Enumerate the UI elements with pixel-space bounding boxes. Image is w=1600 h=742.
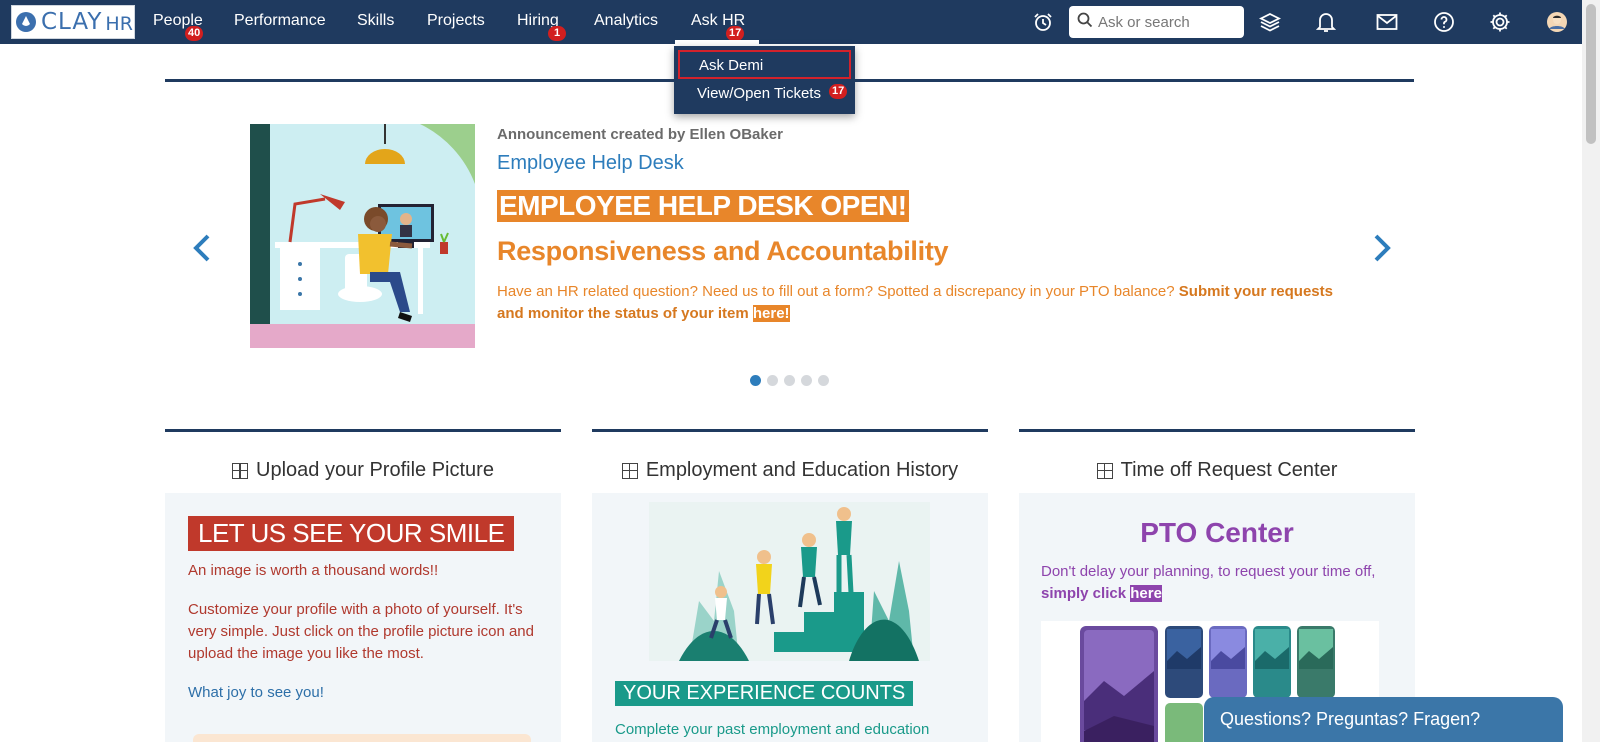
card-top-bar [165,429,561,432]
card-profile-picture: Upload your Profile Picture LET US SEE Y… [165,429,561,742]
card-line-2: Customize your profile with a photo of y… [188,601,534,662]
career-steps-illustration [649,502,930,661]
clayhr-logo[interactable]: CLAY HR [11,5,135,39]
hiring-count-badge: 1 [548,26,566,41]
card-line-3: What joy to see you! [188,684,324,701]
people-count-badge: 40 [185,26,204,41]
carousel-next-arrow-icon[interactable] [1368,233,1394,263]
search-input[interactable] [1098,13,1238,31]
card-line-1: Don't delay your planning, to request yo… [1041,563,1376,580]
announcement-headline: EMPLOYEE HELP DESK OPEN! [497,190,909,222]
widget-grid-icon [232,462,249,479]
tickets-count-badge: 17 [829,84,848,99]
carousel-dot-4[interactable] [801,375,812,386]
alarm-clock-icon[interactable] [1031,10,1055,34]
card-top-bar [592,429,988,432]
widget-grid-icon [621,462,638,479]
layers-icon[interactable] [1258,10,1282,34]
logo-text: CLAY [41,9,103,35]
nav-analytics[interactable]: Analytics [594,12,658,30]
logo-mark-icon [16,12,36,32]
carousel-dot-2[interactable] [767,375,778,386]
pto-headline: PTO Center [1140,517,1294,548]
carousel-dot-5[interactable] [818,375,829,386]
card-title: Employment and Education History [592,459,988,482]
carousel-prev-arrow-icon[interactable] [190,233,216,263]
nav-performance[interactable]: Performance [234,12,326,30]
card-title: Upload your Profile Picture [165,459,561,482]
carousel-top-divider [165,79,1414,82]
card-body: YOUR EXPERIENCE COUNTS Complete your pas… [592,493,988,742]
mail-icon[interactable] [1375,10,1399,34]
page-scrollbar[interactable] [1582,0,1600,742]
carousel-dot-3[interactable] [784,375,795,386]
help-icon[interactable] [1432,10,1456,34]
scrollbar-thumb[interactable] [1586,4,1596,144]
profile-picture-preview [193,734,531,742]
card-time-off: Time off Request Center PTO Center Don't… [1019,429,1415,742]
card-body: LET US SEE YOUR SMILE An image is worth … [165,493,561,742]
logo-suffix: HR [105,12,133,35]
announcement-title-link[interactable]: Employee Help Desk [497,152,684,175]
card-line-2-bold: simply click [1041,585,1127,602]
pto-here-link[interactable]: here [1130,585,1162,602]
gear-icon[interactable] [1488,10,1512,34]
card-top-bar [1019,429,1415,432]
card-title-text: Employment and Education History [645,459,959,481]
avatar[interactable] [1545,10,1569,34]
search-icon [1077,12,1093,33]
nav-projects[interactable]: Projects [427,12,485,30]
carousel-dot-1[interactable] [750,375,761,386]
announcement-meta: Announcement created by Ellen OBaker [497,126,783,143]
bell-icon[interactable] [1314,10,1338,34]
card-title-text: Time off Request Center [1120,459,1338,481]
search-box[interactable] [1069,6,1244,38]
experience-headline: YOUR EXPERIENCE COUNTS [615,681,914,706]
carousel-pagination [750,375,829,386]
help-desk-illustration [250,124,475,348]
dropdown-item-view-open-tickets[interactable]: View/Open Tickets [678,80,851,109]
announcement-body-text: Have an HR related question? Need us to … [497,283,1179,300]
active-tab-indicator [675,40,759,44]
widget-grid-icon [1096,462,1113,479]
card-line-1: An image is worth a thousand words!! [188,562,439,579]
chat-widget-button[interactable]: Questions? Preguntas? Fragen? [1204,697,1563,742]
nav-skills[interactable]: Skills [357,12,394,30]
card-title: Time off Request Center [1019,459,1415,482]
top-navbar: CLAY HR People 40 Performance Skills Pro… [0,0,1582,44]
dropdown-item-ask-demi[interactable]: Ask Demi [678,50,851,79]
card-title-text: Upload your Profile Picture [256,459,494,481]
announcement-body: Have an HR related question? Need us to … [497,281,1337,325]
card-employment-history: Employment and Education History YOUR EX… [592,429,988,742]
pto-text: Don't delay your planning, to request yo… [1041,561,1375,605]
announcement-here-link[interactable]: here! [752,305,790,322]
announcement-subheadline: Responsiveness and Accountability [497,236,949,266]
smile-headline: LET US SEE YOUR SMILE [188,516,515,551]
card-line-1: Complete your past employment and educat… [615,721,930,738]
ask-hr-count-badge: 17 [726,26,745,41]
